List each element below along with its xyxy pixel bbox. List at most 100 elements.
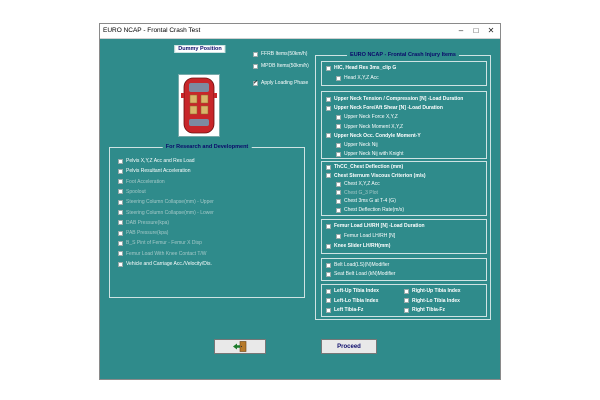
neck-item-checkbox-row[interactable]: Upper Neck Force X,Y,Z [336,114,398,120]
research-item-checkbox-row[interactable]: Vehicle and Carriage Acc./Velocity/Dis. [118,261,212,267]
tibia-left-checkbox-row[interactable]: Left-Up Tibia Index [326,288,379,294]
research-item-checkbox[interactable] [118,210,123,215]
chest-item-checkbox-row[interactable]: Chest 3ms G at T-4 (G) [336,198,396,204]
neck-item-checkbox[interactable] [336,114,341,120]
tibia-left-checkbox[interactable] [326,288,331,294]
maximize-icon[interactable]: □ [469,25,483,36]
neck-item-checkbox[interactable] [336,124,341,130]
femur-item-label: Knee Slider LH/RH(mm) [334,243,391,249]
tibia-left-checkbox[interactable] [326,298,331,303]
head-item-label: Head X,Y,Z Acc [344,75,379,81]
chest-item-label: Chest 3ms G at T-4 (G) [344,198,396,205]
minimize-icon[interactable]: – [454,25,468,36]
neck-item-checkbox[interactable] [326,133,331,139]
research-item-checkbox[interactable] [118,158,123,164]
research-item-checkbox[interactable] [118,251,123,257]
ffrb-checkbox-row[interactable]: FFRB Items(50km/h) [253,51,307,57]
chest-item-checkbox-row[interactable]: Chest X,Y,Z Acc [336,181,380,187]
neck-item-checkbox[interactable] [336,151,341,157]
femur-item-checkbox[interactable] [326,223,331,229]
research-item-label: Spoolout [126,188,146,195]
tibia-left-label: Left Tibia-Fz [334,307,364,313]
research-item-checkbox[interactable] [118,261,123,267]
neck-item-checkbox[interactable] [326,96,331,102]
research-item-checkbox[interactable] [118,199,123,205]
chest-item-checkbox[interactable] [336,181,341,187]
head-item-checkbox[interactable] [336,75,341,81]
tibia-left-checkbox-row[interactable]: Left-Lo Tibia Index [326,298,378,304]
research-item-checkbox-row[interactable]: Spoolout [118,189,146,195]
chest-item-checkbox[interactable] [326,173,331,179]
neck-item-checkbox-row[interactable]: Upper Neck Fore/Aft Shear [N] -Load Dura… [326,105,443,111]
chest-item-checkbox[interactable] [336,190,341,196]
chest-item-checkbox[interactable] [336,198,341,204]
head-item-checkbox-row[interactable]: Head X,Y,Z Acc [336,75,379,81]
research-item-checkbox[interactable] [118,220,123,226]
vehicle-seat-diagram [178,74,220,137]
loading-phase-checkbox-row[interactable]: Apply Loading Phase [253,79,308,86]
ffrb-label: FFRB Items(50km/h) [261,51,308,57]
neck-item-checkbox-row[interactable]: Upper Neck Nij with Knight [336,151,403,157]
chest-item-checkbox[interactable] [336,207,341,213]
research-item-checkbox-row[interactable]: Pelvis X,Y,Z Acc and Res Load [118,158,195,164]
research-item-checkbox-row[interactable]: Pelvis Resultant Acceleration [118,168,190,174]
chest-item-checkbox[interactable] [326,164,331,170]
chest-item-checkbox-row[interactable]: Chest G_3 Plot [336,190,378,196]
tibia-left-label: Left-Lo Tibia Index [334,297,379,304]
head-item-checkbox-row[interactable]: HIC, Head Res 3ms_clip G [326,65,396,71]
mpdb-label: MPDB Items(50km/h) [261,63,309,69]
main-window: EURO NCAP - Frontal Crash Test – □ ✕ Dum… [99,23,501,380]
belt-item-checkbox[interactable] [326,271,331,277]
neck-item-checkbox[interactable] [326,105,331,111]
belt-item-checkbox[interactable] [326,262,331,268]
neck-item-checkbox-row[interactable]: Upper Neck Nij [336,142,378,148]
femur-item-checkbox-row[interactable]: Knee Slider LH/RH(mm) [326,243,390,249]
femur-item-checkbox-row[interactable]: Femur Load LH/RH [N] -Load Duration [326,223,425,229]
chest-item-checkbox-row[interactable]: ThCC_Chest Deflection (mm) [326,164,403,170]
research-item-label: Steering Column Collapse(mm) - Upper [126,199,214,206]
research-item-checkbox-row[interactable]: B_S Pint of Femur - Femur X Disp [118,240,202,246]
research-item-checkbox[interactable] [118,168,123,174]
injury-title: EURO NCAP - Frontal Crash Injury Items [347,52,459,58]
loading-phase-checkbox[interactable] [253,79,258,86]
head-item-checkbox[interactable] [326,65,331,71]
neck-item-label: Upper Neck Force X,Y,Z [344,114,398,121]
neck-item-checkbox-row[interactable]: Upper Neck Tension / Compression [N] -Lo… [326,96,463,102]
research-item-checkbox-row[interactable]: Steering Column Collapse(mm) - Lower [118,210,214,216]
research-item-checkbox-row[interactable]: Steering Column Collapse(mm) - Upper [118,199,214,205]
femur-item-checkbox[interactable] [336,233,341,239]
close-icon[interactable]: ✕ [484,25,498,36]
chest-item-checkbox-row[interactable]: Chest Deflection Rate(m/s) [336,207,404,213]
tibia-right-checkbox-row[interactable]: Right-Lo Tibia Index [404,298,460,304]
tibia-right-checkbox-row[interactable]: Right Tibia-Fz [404,307,445,313]
tibia-right-checkbox-row[interactable]: Right-Up Tibia Index [404,288,461,294]
mpdb-checkbox-row[interactable]: MPDB Items(50km/h) [253,63,309,69]
chest-item-checkbox-row[interactable]: Chest Sternum Viscous Criterion (m/s) [326,173,426,179]
research-item-checkbox[interactable] [118,189,123,195]
research-item-checkbox-row[interactable]: Femur Load With Knee Contact T/W [118,251,207,257]
research-item-checkbox[interactable] [118,240,123,246]
neck-item-checkbox-row[interactable]: Upper Neck Moment X,Y,Z [336,124,403,130]
research-item-checkbox-row[interactable]: DAB Pressure(kpa) [118,220,169,226]
research-item-checkbox-row[interactable]: Foot Acceleration [118,179,165,185]
neck-item-checkbox[interactable] [336,142,341,148]
tibia-left-checkbox[interactable] [326,307,331,313]
belt-item-checkbox-row[interactable]: Belt Load(LS)(N)Modifier [326,262,389,268]
exit-button[interactable] [214,339,266,354]
proceed-button[interactable]: Proceed [321,339,377,354]
tibia-left-checkbox-row[interactable]: Left Tibia-Fz [326,307,363,313]
mpdb-checkbox[interactable] [253,63,258,69]
research-item-checkbox-row[interactable]: PAB Pressure(kpa) [118,230,168,236]
tibia-right-checkbox[interactable] [404,288,409,294]
belt-item-checkbox-row[interactable]: Seat Belt Load (kN)Modifier [326,271,395,277]
femur-item-checkbox[interactable] [326,243,331,249]
ffrb-checkbox[interactable] [253,51,258,57]
research-item-checkbox[interactable] [118,230,123,236]
exit-door-icon [233,341,247,352]
tibia-right-checkbox[interactable] [404,307,409,313]
research-item-checkbox[interactable] [118,179,123,185]
femur-item-checkbox-row[interactable]: Femur Load LH/RH [N] [336,233,395,239]
neck-item-checkbox-row[interactable]: Upper Neck Occ. Condyle Moment-Y [326,133,421,139]
tibia-right-checkbox[interactable] [404,298,409,303]
research-item-label: Pelvis X,Y,Z Acc and Res Load [126,158,195,164]
